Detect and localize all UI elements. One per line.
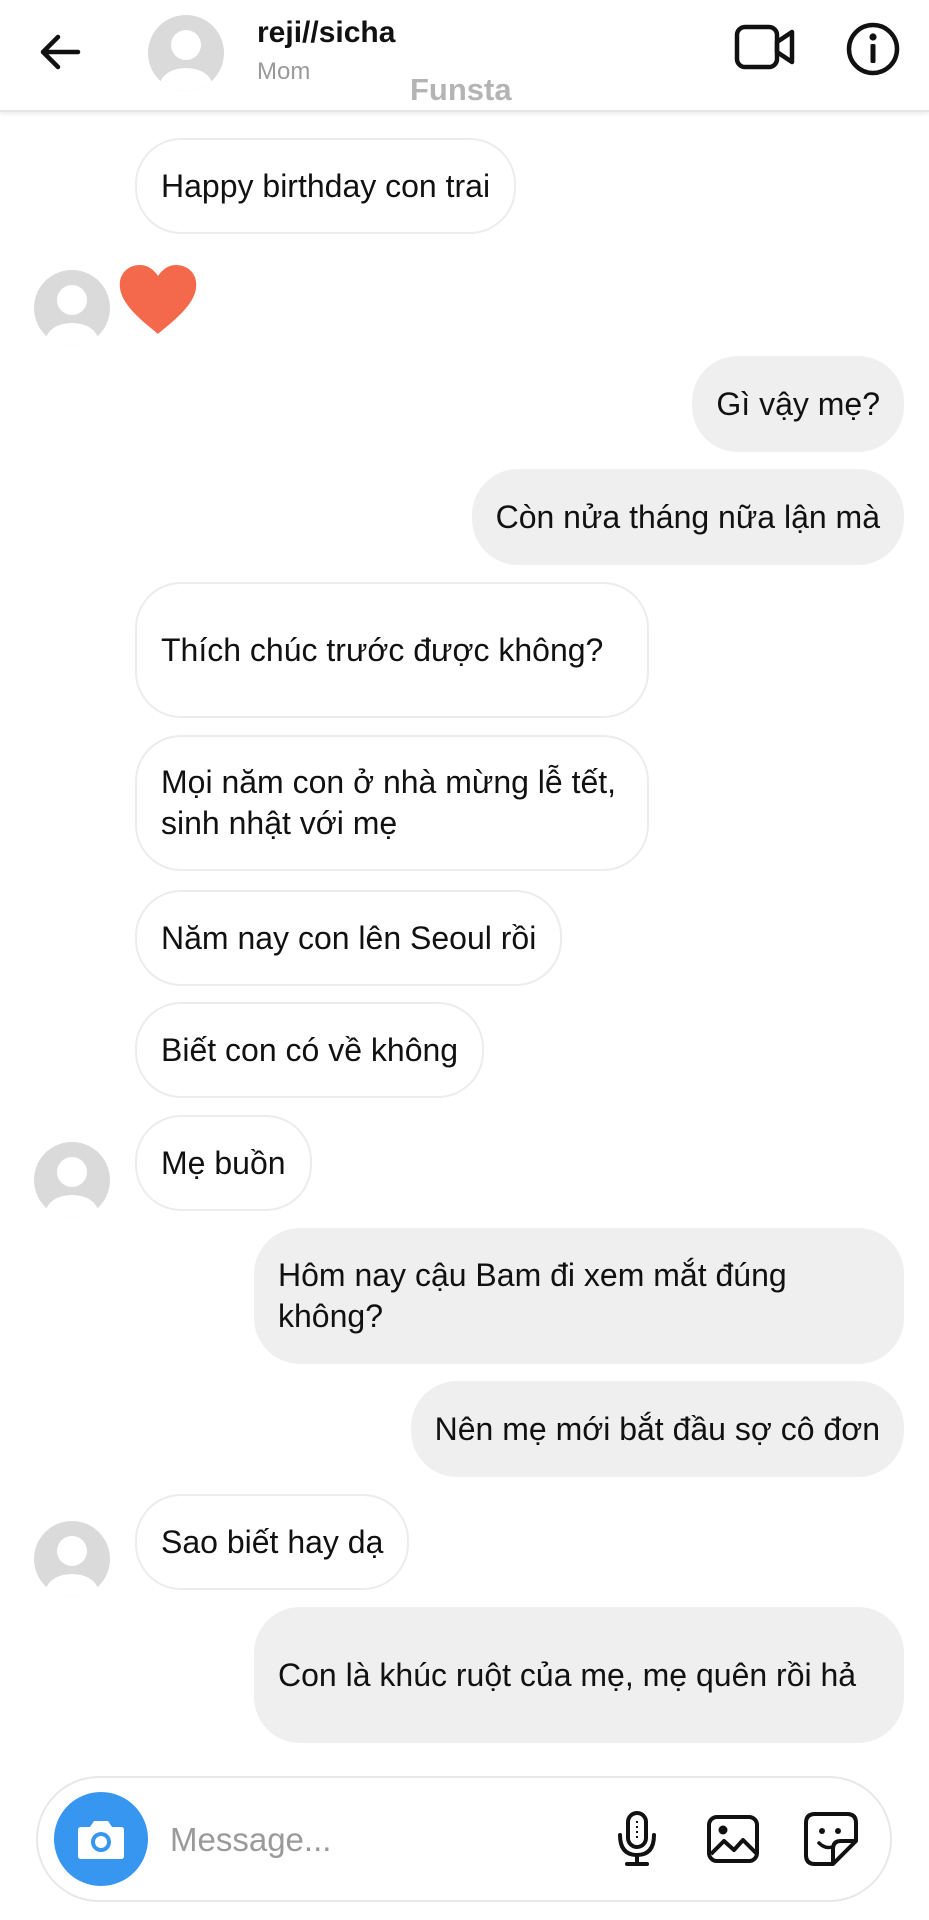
heart-icon — [119, 265, 197, 334]
sticker-button[interactable] — [800, 1808, 862, 1870]
contact-name[interactable]: reji//sicha — [257, 16, 395, 50]
message-text: Happy birthday con trai — [161, 167, 491, 204]
camera-icon — [78, 1821, 124, 1859]
message-text: Gì vậy mẹ? — [716, 385, 880, 422]
info-button[interactable] — [846, 22, 900, 76]
contact-avatar[interactable] — [148, 15, 224, 91]
heart-reaction[interactable] — [116, 262, 200, 338]
outgoing-message[interactable]: Còn nửa tháng nữa lận mà — [471, 469, 904, 565]
message-text: Mẹ buồn — [161, 1144, 286, 1181]
incoming-message[interactable]: Mẹ buồn — [135, 1115, 312, 1211]
incoming-message[interactable]: Sao biết hay dạ — [135, 1494, 410, 1590]
message-text: Con là khúc ruột của mẹ, mẹ quên rồi hả — [278, 1656, 857, 1693]
incoming-message[interactable]: Biết con có về không — [135, 1002, 485, 1098]
sender-avatar[interactable] — [34, 1142, 110, 1218]
message-text: Nên mẹ mới bắt đầu sợ cô đơn — [434, 1410, 880, 1447]
sticker-icon — [804, 1812, 858, 1866]
incoming-message[interactable]: Thích chúc trước được không? — [135, 582, 649, 718]
gallery-icon — [707, 1815, 759, 1863]
incoming-message[interactable]: Happy birthday con trai — [135, 138, 517, 234]
incoming-message[interactable]: Mọi năm con ở nhà mừng lễ tết, sinh nhật… — [135, 735, 649, 871]
message-composer — [36, 1776, 892, 1902]
message-text: Năm nay con lên Seoul rồi — [161, 919, 537, 956]
info-icon — [846, 22, 900, 76]
outgoing-message[interactable]: Con là khúc ruột của mẹ, mẹ quên rồi hả — [254, 1607, 904, 1743]
contact-subtitle: Mom — [257, 58, 311, 85]
message-text: Biết con có về không — [161, 1031, 459, 1068]
outgoing-message[interactable]: Hôm nay cậu Bam đi xem mắt đúng không? — [254, 1228, 904, 1364]
message-input[interactable] — [168, 1814, 612, 1866]
message-text: Mọi năm con ở nhà mừng lễ tết, sinh nhật… — [161, 764, 617, 841]
message-text: Còn nửa tháng nữa lận mà — [495, 498, 880, 535]
chat-header: reji//sicha Mom Funsta — [0, 0, 929, 112]
back-button[interactable] — [30, 22, 90, 82]
incoming-message[interactable]: Năm nay con lên Seoul rồi — [135, 890, 563, 986]
sender-avatar[interactable] — [34, 1521, 110, 1597]
microphone-icon — [618, 1811, 656, 1866]
watermark-text: Funsta — [410, 72, 512, 107]
back-arrow-icon — [40, 34, 81, 70]
outgoing-message[interactable]: Gì vậy mẹ? — [692, 356, 904, 452]
message-text: Hôm nay cậu Bam đi xem mắt đúng không? — [278, 1257, 787, 1334]
sender-avatar[interactable] — [34, 270, 110, 346]
video-call-button[interactable] — [734, 22, 796, 72]
camera-button[interactable] — [54, 1792, 148, 1886]
video-call-icon — [734, 24, 795, 70]
message-text: Sao biết hay dạ — [161, 1523, 384, 1560]
message-text: Thích chúc trước được không? — [161, 631, 604, 668]
outgoing-message[interactable]: Nên mẹ mới bắt đầu sợ cô đơn — [410, 1381, 904, 1477]
gallery-button[interactable] — [702, 1808, 764, 1870]
voice-message-button[interactable] — [606, 1808, 668, 1870]
